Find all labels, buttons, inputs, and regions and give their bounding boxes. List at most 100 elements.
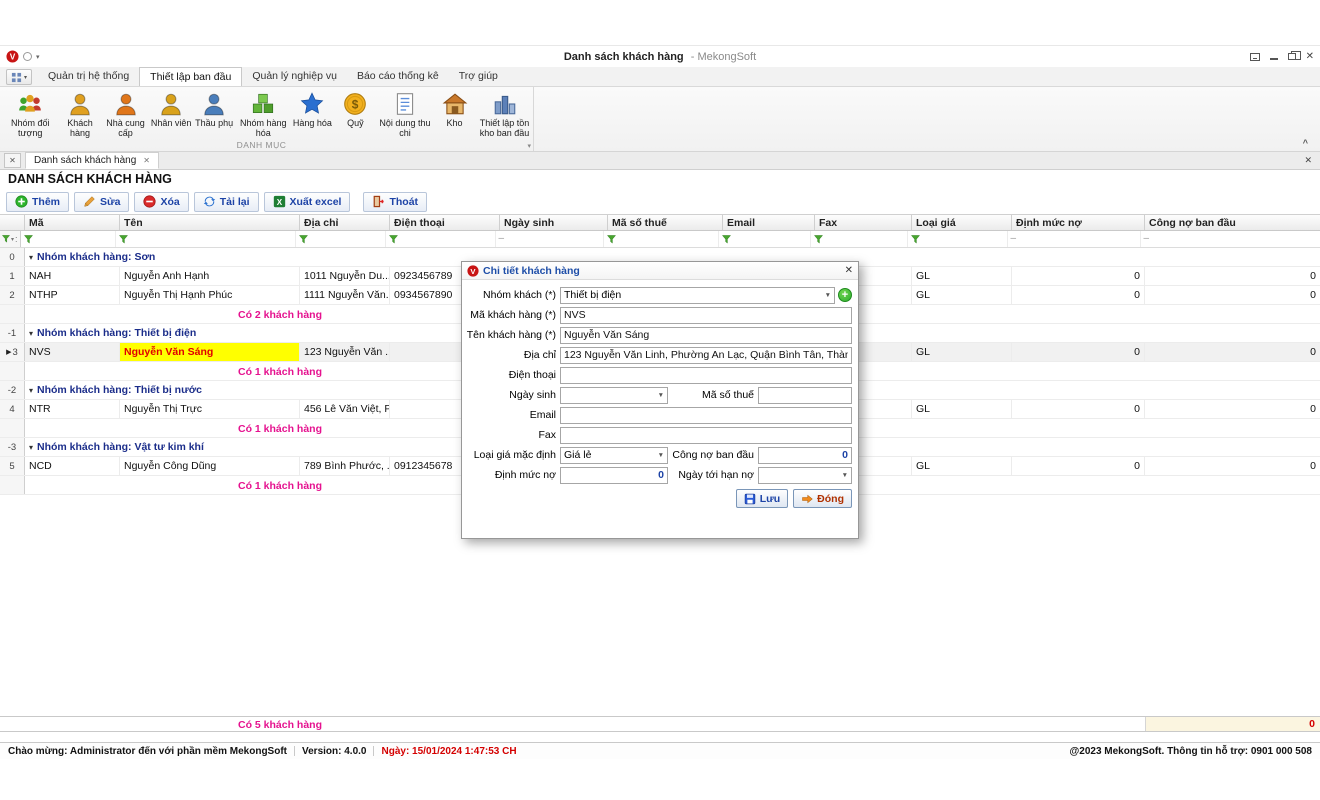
column-header-diachi[interactable]: Địa chỉ: [300, 215, 390, 230]
add-group-button[interactable]: +: [838, 288, 852, 302]
focused-row-icon: ▶: [6, 348, 11, 356]
filter-cell-ten[interactable]: [116, 231, 296, 247]
column-header-ma[interactable]: Mã: [25, 215, 120, 230]
filter-cell-ngaysinh[interactable]: –: [496, 231, 604, 247]
column-header-dienthoai[interactable]: Điện thoại: [390, 215, 500, 230]
column-header-masothue[interactable]: Mã số thuế: [608, 215, 723, 230]
export-excel-button[interactable]: Xuất excel: [264, 192, 351, 212]
phone-field[interactable]: [560, 367, 852, 384]
collapse-icon[interactable]: ▾: [29, 253, 33, 262]
ribbon-item-quy[interactable]: Quỹ: [334, 89, 377, 130]
opening-balance-field[interactable]: [758, 447, 852, 464]
price-type-select[interactable]: Giá lẻ ▼: [560, 447, 668, 464]
reload-button[interactable]: Tải lại: [194, 192, 259, 212]
filter-cell-dienthoai[interactable]: [386, 231, 496, 247]
tab-tro-giup[interactable]: Trợ giúp: [449, 67, 508, 86]
window-title-text: Danh sách khách hàng: [564, 51, 684, 63]
dialog-close-icon[interactable]: ✕: [845, 265, 853, 276]
no-filter-icon: –: [499, 234, 505, 244]
filter-cell-diachi[interactable]: [296, 231, 386, 247]
price-type-value: Giá lẻ: [564, 449, 657, 461]
customer-group-select[interactable]: Thiết bị điện ▼: [560, 287, 835, 304]
person-icon: [113, 91, 139, 117]
cell-ten-highlighted: Nguyễn Văn Sáng: [120, 343, 300, 361]
column-header-congno[interactable]: Công nợ ban đầu: [1145, 215, 1320, 230]
tab-bao-cao-thong-ke[interactable]: Báo cáo thống kê: [347, 67, 449, 86]
export-excel-button-label: Xuất excel: [290, 196, 342, 208]
field-label-nhom-khach: Nhóm khách (*): [466, 289, 560, 301]
filter-cell-ma[interactable]: [21, 231, 116, 247]
birthdate-select[interactable]: ▼: [560, 387, 668, 404]
column-header-loaigia[interactable]: Loại giá: [912, 215, 1012, 230]
close-tab-button[interactable]: ✕: [4, 153, 21, 168]
column-header-fax[interactable]: Fax: [815, 215, 912, 230]
column-header-dinhmucno[interactable]: Định mức nợ: [1012, 215, 1145, 230]
ribbon-item-nha-cung-cap[interactable]: Nhà cung cấp: [101, 89, 149, 140]
tab-close-icon[interactable]: ✕: [143, 156, 150, 165]
people-group-icon: [17, 91, 43, 117]
collapse-icon[interactable]: ▾: [29, 443, 33, 452]
save-button-label: Lưu: [760, 493, 780, 505]
cell-congno: 0: [1145, 267, 1320, 285]
tabstrip-close-icon[interactable]: ✕: [1304, 155, 1312, 166]
tab-quan-ly-nghiep-vu[interactable]: Quản lý nghiệp vụ: [242, 67, 347, 86]
debt-limit-field[interactable]: [560, 467, 668, 484]
minimize-icon[interactable]: [1270, 58, 1278, 60]
column-header-ten[interactable]: Tên: [120, 215, 300, 230]
ribbon-collapse-icon[interactable]: ^: [1303, 138, 1308, 148]
tab-danh-sach-khach-hang[interactable]: Danh sách khách hàng ✕: [25, 152, 159, 169]
tab-quan-tri-he-thong[interactable]: Quản trị hệ thống: [38, 67, 139, 86]
delete-button[interactable]: Xóa: [134, 192, 188, 212]
filter-cell-congno[interactable]: –: [1141, 231, 1320, 247]
ribbon-item-nhom-hang-hoa[interactable]: Nhóm hàng hóa: [236, 89, 291, 140]
application-menu-button[interactable]: ▾: [6, 69, 32, 85]
group-footer-cell: Có 1 khách hàng: [25, 476, 535, 494]
reload-button-label: Tải lại: [220, 196, 250, 208]
filter-cell-email[interactable]: [719, 231, 811, 247]
add-button[interactable]: Thêm: [6, 192, 69, 212]
filter-cell-fax[interactable]: [811, 231, 908, 247]
row-indicator: -3: [0, 438, 25, 456]
ribbon-item-thau-phu[interactable]: Thầu phụ: [193, 89, 236, 130]
title-bar: ▾ Danh sách khách hàng - MekongSoft ✕: [0, 46, 1320, 67]
close-icon[interactable]: ✕: [1306, 52, 1314, 62]
edit-button[interactable]: Sửa: [74, 192, 129, 212]
column-header-email[interactable]: Email: [723, 215, 815, 230]
collapse-icon[interactable]: ▾: [29, 329, 33, 338]
address-field[interactable]: [560, 347, 852, 364]
status-date: Ngày: 15/01/2024 1:47:53 CH: [381, 746, 516, 757]
ribbon-item-kho[interactable]: Kho: [433, 89, 476, 130]
restore-icon[interactable]: [1288, 53, 1296, 60]
customer-name-field[interactable]: [560, 327, 852, 344]
cell-congno: 0: [1145, 343, 1320, 361]
field-label-ma-so-thue: Mã số thuế: [668, 389, 758, 401]
filter-colon: :: [15, 234, 18, 244]
group-launcher-icon[interactable]: ▾: [527, 142, 531, 150]
filter-cell-dinhmucno[interactable]: –: [1008, 231, 1141, 247]
ribbon-item-hang-hoa[interactable]: Hàng hóa: [291, 89, 334, 130]
chevron-down-icon[interactable]: ▾: [11, 236, 14, 243]
qat-dropdown-icon[interactable]: ▾: [36, 53, 40, 61]
collapse-icon[interactable]: ▾: [29, 386, 33, 395]
dialog-title-bar[interactable]: Chi tiết khách hàng ✕: [462, 262, 858, 280]
column-header-ngaysinh[interactable]: Ngày sinh: [500, 215, 608, 230]
customer-code-field[interactable]: [560, 307, 852, 324]
qat-button-icon[interactable]: [23, 52, 32, 61]
ribbon-item-nhom-doi-tuong[interactable]: Nhóm đối tượng: [2, 89, 58, 140]
ribbon-item-khach-hang[interactable]: Khách hàng: [58, 89, 101, 140]
save-button[interactable]: Lưu: [736, 489, 788, 508]
email-field[interactable]: [560, 407, 852, 424]
ribbon-item-noi-dung-thu-chi[interactable]: Nội dung thu chi: [377, 89, 433, 140]
filter-cell-loaigia[interactable]: [908, 231, 1008, 247]
fax-field[interactable]: [560, 427, 852, 444]
fit-screen-icon[interactable]: [1250, 53, 1260, 61]
tab-thiet-lap-ban-dau[interactable]: Thiết lập ban đầu: [139, 67, 242, 86]
ribbon-item-thiet-lap-ton-kho[interactable]: Thiết lập tồn kho ban đầu: [476, 89, 533, 140]
close-button[interactable]: Đóng: [793, 489, 852, 508]
exit-button-label: Thoát: [389, 196, 418, 208]
exit-button[interactable]: Thoát: [363, 192, 427, 212]
due-date-select[interactable]: ▼: [758, 467, 852, 484]
filter-cell-masothue[interactable]: [604, 231, 719, 247]
ribbon-item-nhan-vien[interactable]: Nhân viên: [150, 89, 193, 130]
tax-code-field[interactable]: [758, 387, 852, 404]
